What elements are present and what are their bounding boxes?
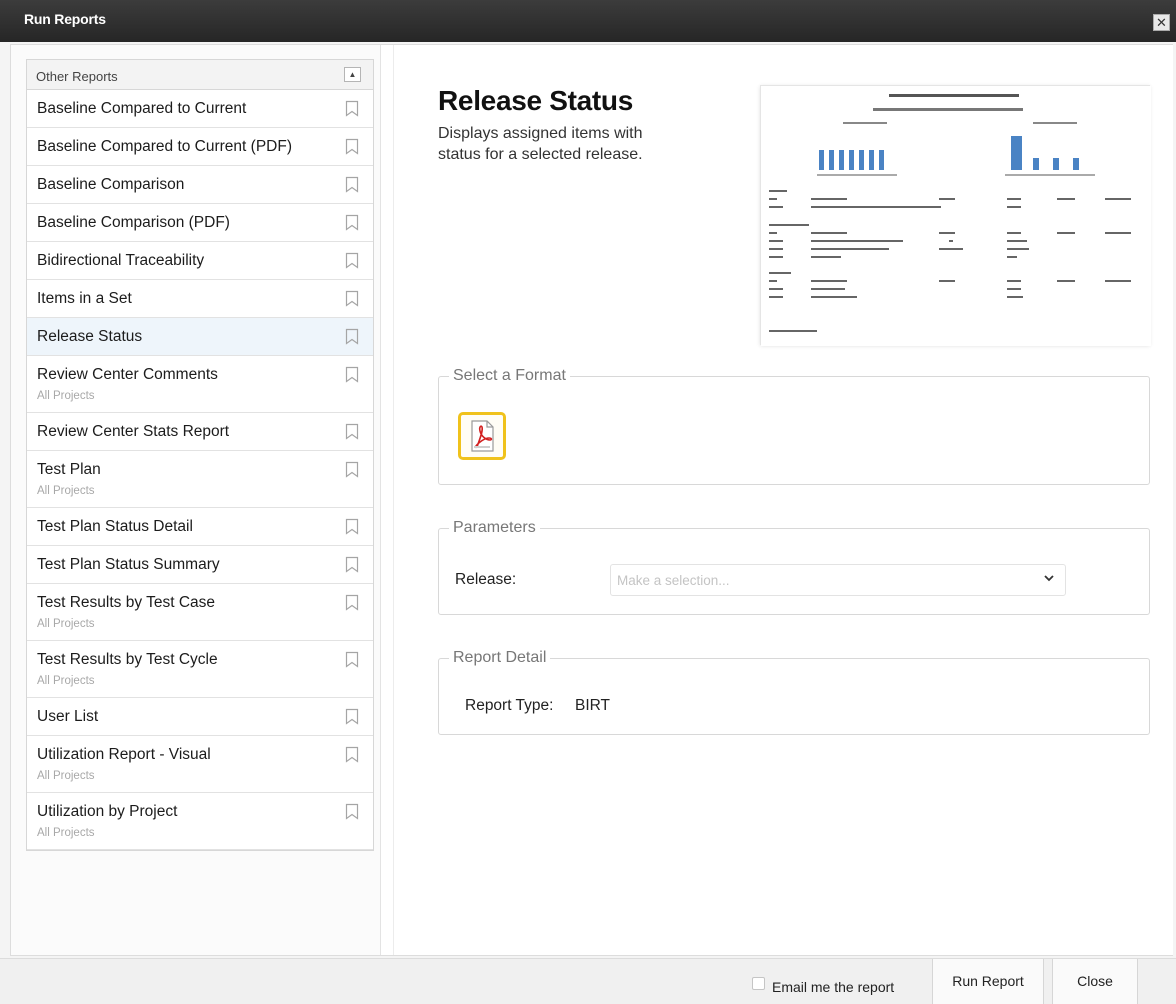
bookmark-icon[interactable] — [345, 252, 359, 269]
report-list-item[interactable]: Test Plan All Projects — [27, 451, 373, 508]
run-report-button[interactable]: Run Report — [932, 959, 1044, 1004]
report-type-value: BIRT — [575, 697, 611, 714]
pdf-format-button[interactable] — [458, 412, 506, 460]
report-items: Baseline Compared to Current Baseline Com… — [27, 90, 373, 850]
report-name: Test Results by Test Case — [37, 594, 216, 611]
bookmark-icon[interactable] — [345, 708, 359, 725]
report-name: Review Center Comments — [37, 366, 218, 383]
collapse-group-icon[interactable]: ▲ — [344, 67, 361, 82]
report-detail-section: Report Detail Report Type: BIRT — [438, 649, 1150, 735]
report-list-item[interactable]: Test Plan Status Detail — [27, 508, 373, 546]
report-preview-image — [761, 86, 1151, 346]
report-list-item[interactable]: User List — [27, 698, 373, 736]
bookmark-icon[interactable] — [345, 176, 359, 193]
report-list-header: Other Reports ▲ — [27, 60, 373, 90]
release-select-placeholder: Make a selection... — [617, 573, 730, 588]
report-list-item[interactable]: Review Center Stats Report — [27, 413, 373, 451]
report-description: Displays assigned items with status for … — [438, 125, 643, 163]
bookmark-icon[interactable] — [345, 556, 359, 573]
window-titlebar: Run Reports ✕ — [0, 0, 1176, 42]
report-preview-thumbnail — [760, 85, 1151, 346]
report-list: Other Reports ▲ Baseline Compared to Cur… — [26, 59, 374, 851]
dialog-footer: Email me the report Run Report Close — [0, 958, 1176, 1004]
report-list-item[interactable]: Utilization Report - Visual All Projects — [27, 736, 373, 793]
close-button[interactable]: Close — [1052, 959, 1138, 1004]
email-report-label[interactable]: Email me the report — [772, 979, 894, 995]
report-scope: All Projects — [37, 827, 95, 839]
report-name: Release Status — [37, 328, 143, 345]
report-list-item[interactable]: Baseline Compared to Current — [27, 90, 373, 128]
bookmark-icon[interactable] — [345, 461, 359, 478]
pdf-icon — [471, 420, 494, 452]
report-list-item[interactable]: Baseline Comparison — [27, 166, 373, 204]
report-scope: All Projects — [37, 770, 95, 782]
report-scope: All Projects — [37, 675, 95, 687]
bookmark-icon[interactable] — [345, 290, 359, 307]
report-detail-legend: Report Detail — [453, 649, 547, 666]
report-list-item[interactable]: Review Center Comments All Projects — [27, 356, 373, 413]
report-list-item[interactable]: Test Results by Test Case All Projects — [27, 584, 373, 641]
report-list-item[interactable]: Baseline Comparison (PDF) — [27, 204, 373, 242]
report-name: Review Center Stats Report — [37, 423, 230, 440]
report-type-label: Report Type: — [465, 697, 554, 714]
report-name: Test Plan — [37, 461, 101, 478]
bookmark-icon[interactable] — [345, 423, 359, 440]
format-section: Select a Format — [438, 367, 1150, 485]
release-select[interactable]: Make a selection... — [610, 564, 1066, 596]
report-title: Release Status — [438, 85, 634, 116]
report-group-title: Other Reports — [36, 69, 118, 84]
report-scope: All Projects — [37, 485, 95, 497]
window-title: Run Reports — [24, 11, 106, 27]
bookmark-icon[interactable] — [345, 366, 359, 383]
report-scope: All Projects — [37, 618, 95, 630]
dialog-content: Other Reports ▲ Baseline Compared to Cur… — [10, 44, 1173, 956]
report-name: Baseline Compared to Current (PDF) — [37, 138, 292, 155]
parameters-section: Parameters Release: Make a selection... — [438, 519, 1150, 615]
report-name: Test Plan Status Summary — [37, 556, 220, 573]
report-list-item[interactable]: Release Status — [27, 318, 373, 356]
report-list-item[interactable]: Items in a Set — [27, 280, 373, 318]
report-name: User List — [37, 708, 99, 725]
report-name: Baseline Comparison — [37, 176, 185, 193]
bookmark-icon[interactable] — [345, 594, 359, 611]
bookmark-icon[interactable] — [345, 518, 359, 535]
report-list-item[interactable]: Test Plan Status Summary — [27, 546, 373, 584]
report-name: Baseline Comparison (PDF) — [37, 214, 230, 231]
email-report-checkbox[interactable] — [752, 977, 765, 990]
close-window-icon[interactable]: ✕ — [1153, 14, 1170, 31]
parameters-legend: Parameters — [453, 519, 536, 536]
report-scope: All Projects — [37, 390, 95, 402]
bookmark-icon[interactable] — [345, 803, 359, 820]
report-name: Items in a Set — [37, 290, 132, 307]
bookmark-icon[interactable] — [345, 651, 359, 668]
report-name: Utilization by Project — [37, 803, 178, 820]
report-name: Test Results by Test Cycle — [37, 651, 218, 668]
bookmark-icon[interactable] — [345, 138, 359, 155]
report-name: Utilization Report - Visual — [37, 746, 211, 763]
bookmark-icon[interactable] — [345, 100, 359, 117]
report-name: Test Plan Status Detail — [37, 518, 193, 535]
report-list-item[interactable]: Utilization by Project All Projects — [27, 793, 373, 850]
report-detail-pane: Release Status Displays assigned items w… — [393, 45, 1173, 955]
bookmark-icon[interactable] — [345, 214, 359, 231]
chevron-down-icon — [1043, 572, 1055, 587]
bookmark-icon[interactable] — [345, 328, 359, 345]
report-name: Baseline Compared to Current — [37, 100, 247, 117]
report-list-item[interactable]: Baseline Compared to Current (PDF) — [27, 128, 373, 166]
report-list-pane: Other Reports ▲ Baseline Compared to Cur… — [11, 45, 381, 955]
report-name: Bidirectional Traceability — [37, 252, 205, 269]
release-label: Release: — [455, 571, 517, 588]
report-list-item[interactable]: Test Results by Test Cycle All Projects — [27, 641, 373, 698]
report-list-item[interactable]: Bidirectional Traceability — [27, 242, 373, 280]
bookmark-icon[interactable] — [345, 746, 359, 763]
format-legend: Select a Format — [453, 367, 566, 384]
